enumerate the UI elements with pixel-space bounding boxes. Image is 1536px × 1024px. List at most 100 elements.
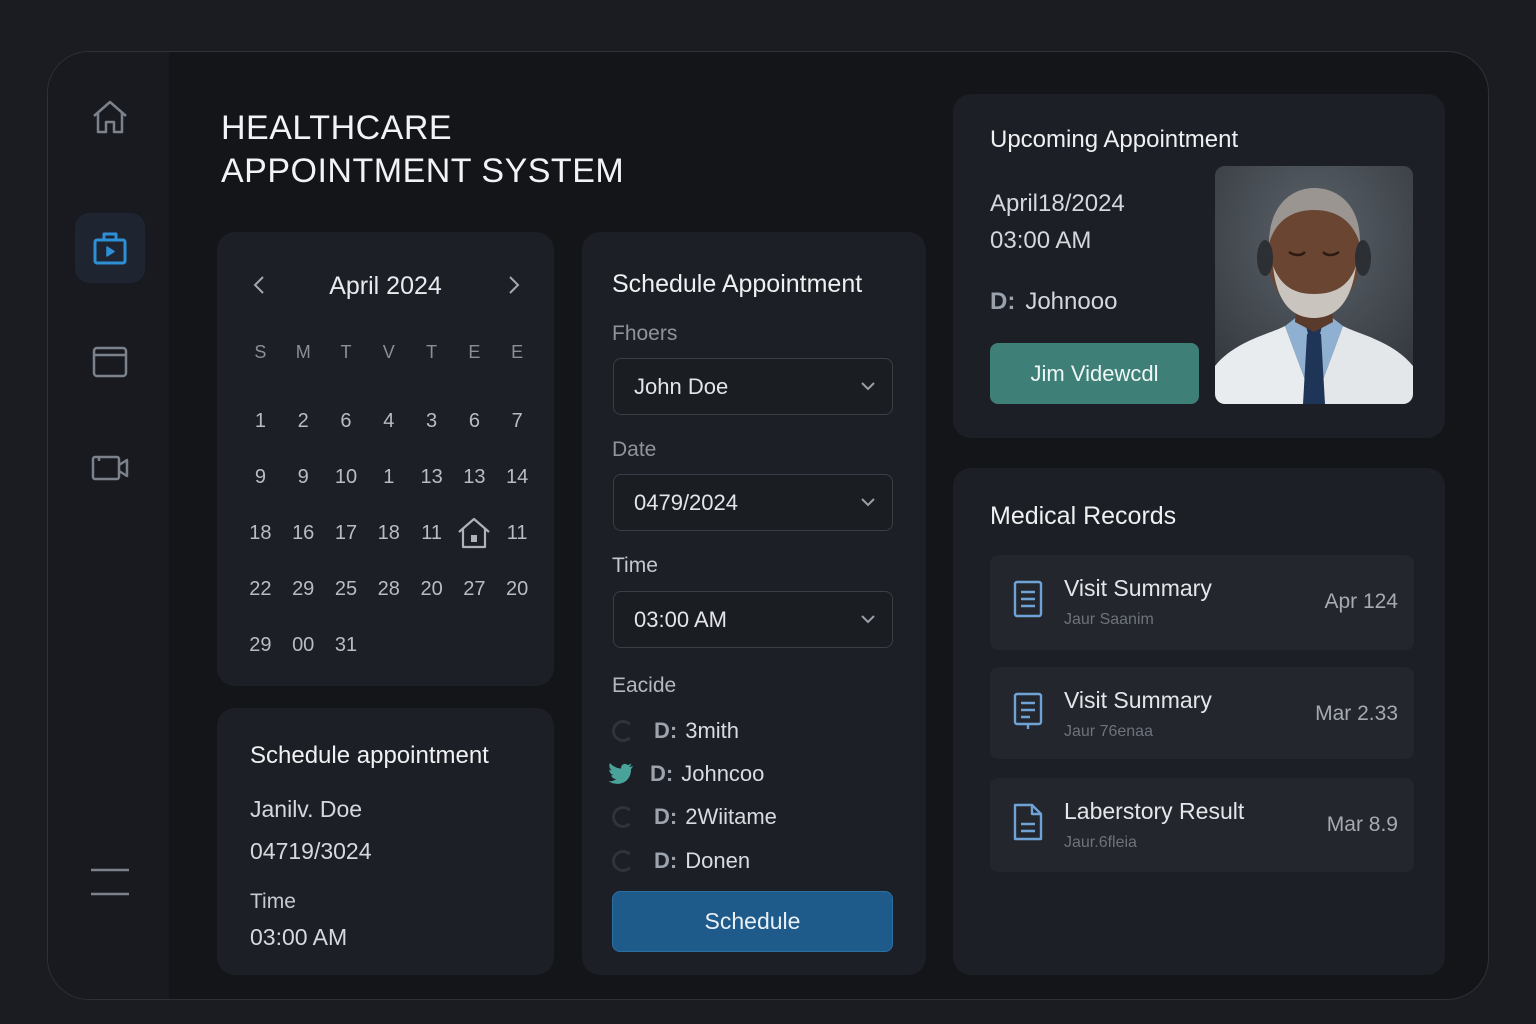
document-icon	[1013, 580, 1043, 618]
medical-records-card: Medical Records Visit Summary Jaur Saani…	[953, 468, 1445, 975]
upcoming-time: 03:00 AM	[990, 227, 1092, 254]
record-item[interactable]: Visit Summary Jaur 76enaa Mar 2.33	[990, 667, 1414, 759]
page-title-line2: APPOINTMENT SYSTEM	[221, 152, 625, 190]
upcoming-doctor-name: Johnooo	[1025, 288, 1118, 315]
record-subtitle: Jaur 76enaa	[1064, 723, 1153, 740]
calendar-day[interactable]: 16	[282, 522, 325, 545]
weekday-label: T	[340, 341, 352, 362]
doctor-name: 2Wiitame	[685, 804, 777, 829]
calendar-week: 18 16 17 18 11 11	[239, 505, 539, 561]
calendar-day[interactable]: 13	[410, 466, 453, 489]
doctor-name: 3mith	[685, 718, 740, 743]
calendar-day[interactable]: 9	[239, 466, 282, 489]
sidebar-item-video[interactable]	[75, 433, 145, 503]
calendar-day[interactable]: 20	[410, 578, 453, 601]
schedule-form-card: Schedule Appointment Fhoers John Doe Dat…	[582, 232, 926, 975]
calendar-day[interactable]: 20	[496, 578, 539, 601]
calendar-day[interactable]: 14	[496, 466, 539, 489]
calendar-day[interactable]: 9	[282, 466, 325, 489]
calendar-day[interactable]: 18	[239, 522, 282, 545]
calendar-day[interactable]: 29	[239, 634, 282, 657]
record-name: Laberstory Result	[1064, 798, 1245, 824]
calendar-week: 29 00 31	[239, 617, 539, 673]
doctor-name: Donen	[685, 848, 751, 873]
chevron-down-icon	[861, 615, 875, 624]
doctor-prefix: D:	[654, 804, 678, 829]
appointment-summary-card: Schedule appointment Janilv. Doe 04719/3…	[217, 708, 554, 975]
calendar-day[interactable]: 29	[282, 578, 325, 601]
calendar-day[interactable]: 6	[453, 410, 496, 433]
calendar-day[interactable]: 10	[325, 466, 368, 489]
calendar-day[interactable]: 11	[496, 522, 539, 545]
doctor-prefix: D:	[654, 718, 678, 743]
sidebar-item-menu[interactable]	[75, 847, 145, 917]
calendar-day[interactable]: 4	[367, 410, 410, 433]
radio-icon	[612, 720, 634, 742]
calendar-card: April 2024 S M T V T E E 1 2 6 4 3 6 7 9…	[217, 232, 554, 686]
home-icon	[93, 100, 127, 134]
weekday-label: S	[254, 341, 267, 362]
calendar-day[interactable]: 17	[325, 522, 368, 545]
app-window: HEALTHCARE APPOINTMENT SYSTEM April 2024…	[47, 51, 1489, 1000]
date-select[interactable]: 0479/2024	[613, 474, 893, 531]
lab-document-icon	[1013, 803, 1043, 841]
calendar-day[interactable]: 00	[282, 634, 325, 657]
medical-bag-icon	[93, 232, 127, 265]
calendar-day[interactable]: 22	[239, 578, 282, 601]
time-select[interactable]: 03:00 AM	[613, 591, 893, 648]
next-month-button[interactable]	[499, 270, 529, 300]
summary-time-label: Time	[250, 890, 296, 913]
join-video-call-button[interactable]: Jim Videwcdl	[990, 343, 1199, 404]
chevron-down-icon	[861, 498, 875, 507]
upcoming-doctor-prefix: D:	[990, 288, 1016, 315]
calendar-day[interactable]: 1	[239, 410, 282, 433]
calendar-day[interactable]: 27	[453, 578, 496, 601]
sidebar-item-appointments[interactable]	[75, 213, 145, 283]
doctor-option[interactable]: D: 2Wiitame	[612, 802, 777, 832]
record-date: Apr 124	[1324, 590, 1398, 613]
calendar-day[interactable]: 2	[282, 410, 325, 433]
video-camera-icon	[91, 455, 129, 481]
sidebar-item-calendar[interactable]	[75, 326, 145, 396]
radio-icon	[612, 806, 634, 828]
record-item[interactable]: Visit Summary Jaur Saanim Apr 124	[990, 555, 1414, 650]
chevron-down-icon	[861, 382, 875, 391]
calendar-icon	[92, 346, 128, 378]
summary-title: Schedule appointment	[250, 742, 489, 769]
time-select-value: 03:00 AM	[634, 606, 727, 632]
calendar-day[interactable]: 28	[367, 578, 410, 601]
summary-time: 03:00 AM	[250, 924, 348, 950]
summary-patient: Janilv. Doe	[250, 796, 363, 822]
form-title: Schedule Appointment	[612, 270, 863, 298]
calendar-day-selected[interactable]	[453, 515, 496, 551]
calendar-day[interactable]: 7	[496, 410, 539, 433]
calendar-week: 1 2 6 4 3 6 7	[239, 393, 539, 449]
record-item[interactable]: Laberstory Result Jaur.6fleia Mar 8.9	[990, 778, 1414, 872]
calendar-day[interactable]: 11	[410, 522, 453, 545]
upcoming-doctor: D: Johnooo	[990, 288, 1117, 316]
doctor-option[interactable]: D: Donen	[612, 846, 750, 876]
upcoming-appointment-card: Upcoming Appointment April18/2024 03:00 …	[953, 94, 1445, 438]
page-title-line1: HEALTHCARE	[221, 109, 453, 147]
weekday-label: V	[382, 341, 395, 362]
calendar-week: 22 29 25 28 20 27 20	[239, 561, 539, 617]
calendar-day[interactable]: 31	[325, 634, 368, 657]
calendar-day[interactable]: 1	[367, 466, 410, 489]
records-title: Medical Records	[990, 502, 1177, 530]
record-name: Visit Summary	[1064, 687, 1212, 713]
time-label: Time	[612, 554, 658, 577]
calendar-day[interactable]: 25	[325, 578, 368, 601]
doctor-option-selected[interactable]: D: Johncoo	[608, 759, 764, 789]
calendar-week: 9 9 10 1 13 13 14	[239, 449, 539, 505]
date-select-value: 0479/2024	[634, 489, 738, 515]
schedule-button[interactable]: Schedule	[612, 891, 893, 952]
doctor-option[interactable]: D: 3mith	[612, 716, 739, 746]
calendar-day[interactable]: 3	[410, 410, 453, 433]
calendar-day[interactable]: 13	[453, 466, 496, 489]
calendar-day[interactable]: 18	[367, 522, 410, 545]
upcoming-title: Upcoming Appointment	[990, 126, 1239, 153]
patient-select[interactable]: John Doe	[613, 358, 893, 415]
sidebar-item-home[interactable]	[75, 82, 145, 152]
record-subtitle: Jaur Saanim	[1064, 611, 1154, 628]
calendar-day[interactable]: 6	[325, 410, 368, 433]
